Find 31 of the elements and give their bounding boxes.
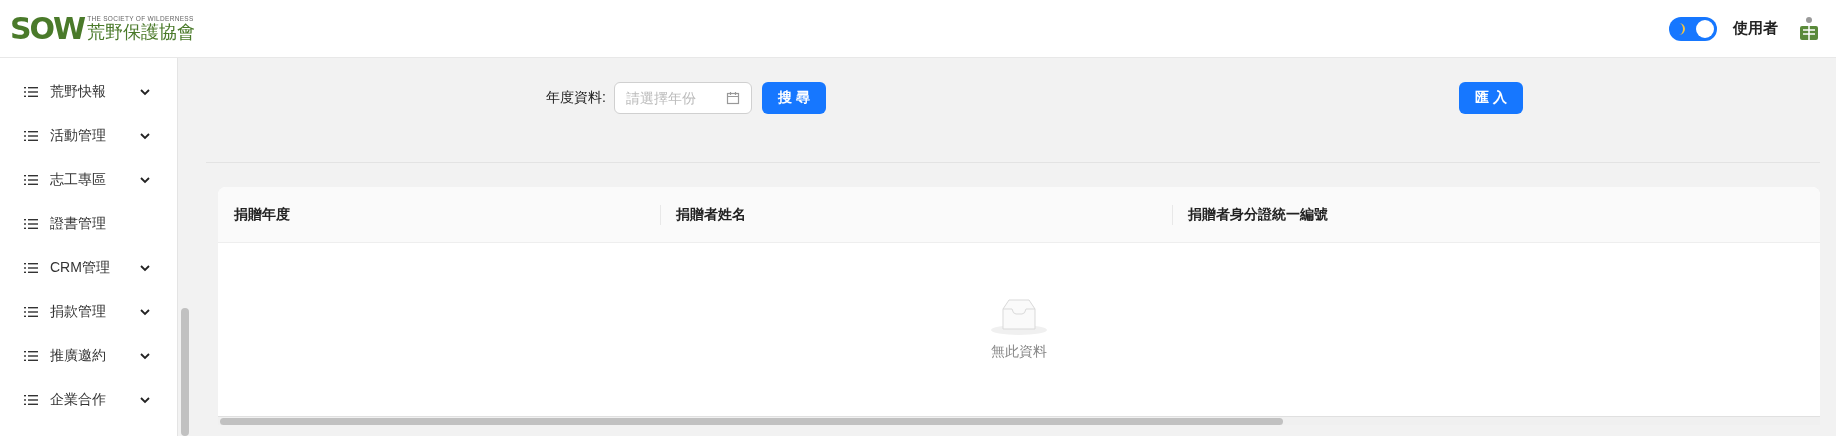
- sidebar-item[interactable]: 推廣邀約: [0, 334, 177, 378]
- empty-text: 無此資料: [991, 342, 1047, 361]
- import-button[interactable]: 匯 入: [1458, 82, 1523, 114]
- list-icon: [24, 394, 38, 406]
- sidebar-item[interactable]: 企業合作: [0, 378, 177, 422]
- scrollbar-thumb[interactable]: [181, 308, 189, 436]
- scrollbar-thumb[interactable]: [220, 418, 1283, 425]
- search-button[interactable]: 搜 尋: [761, 82, 826, 114]
- sidebar-item[interactable]: 活動管理: [0, 114, 177, 158]
- theme-toggle[interactable]: [1669, 16, 1717, 41]
- column-header: 捐贈年度: [233, 204, 291, 224]
- list-icon: [24, 174, 38, 186]
- sidebar-item[interactable]: 捐款管理: [0, 290, 177, 334]
- sidebar-item[interactable]: 證書管理: [0, 202, 177, 246]
- list-icon: [24, 130, 38, 142]
- year-field[interactable]: 請選擇年份: [613, 82, 752, 114]
- list-icon: [24, 350, 38, 362]
- column-header: 捐贈者姓名: [660, 187, 1172, 242]
- sidebar-item[interactable]: CRM管理: [0, 246, 177, 290]
- list-icon: [24, 262, 38, 274]
- column-header: 捐贈者身分證統一編號: [1172, 187, 1820, 242]
- sidebar-item[interactable]: 志工專區: [0, 158, 177, 202]
- logo-name: 荒野保護協會: [87, 22, 196, 42]
- year-label: 年度資料:: [546, 89, 606, 107]
- list-icon: [24, 306, 38, 318]
- list-icon: [24, 218, 38, 230]
- logo-mark: SOW: [10, 11, 85, 46]
- user-name[interactable]: 使用者: [1733, 19, 1778, 38]
- calendar-icon: [725, 91, 740, 105]
- list-icon: [24, 86, 38, 98]
- sidebar-item[interactable]: 荒野快報: [0, 70, 177, 114]
